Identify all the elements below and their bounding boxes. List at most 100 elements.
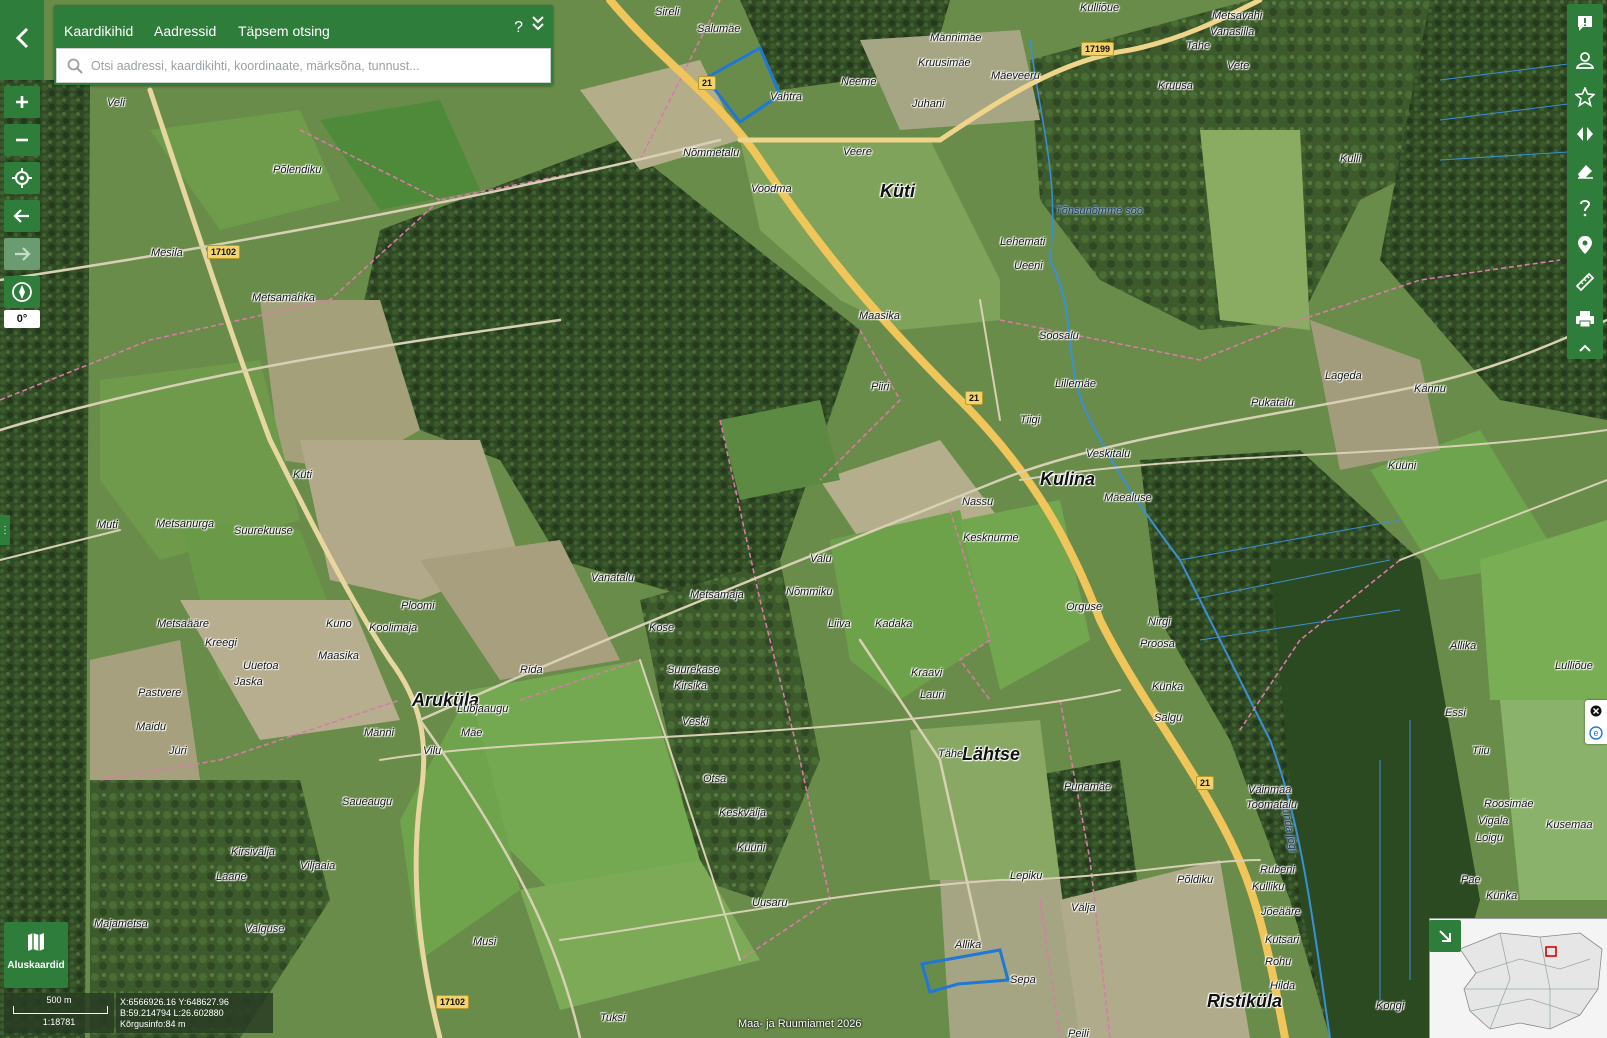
place-label: Loigu <box>1476 832 1503 844</box>
print-button[interactable] <box>1567 300 1603 337</box>
place-label: Kulli <box>1340 153 1361 165</box>
place-label: Roosimäe <box>1484 798 1534 810</box>
tab-addresses[interactable]: Aadressid <box>154 23 216 39</box>
place-label: Kirsivälja <box>231 846 276 858</box>
coords-bl: B:59.214794 L:26.602880 <box>120 1008 224 1018</box>
plus-icon <box>16 96 28 108</box>
place-label: Veere <box>843 146 872 158</box>
place-label: Allika <box>1450 640 1477 652</box>
help-button[interactable]: ? <box>514 19 523 37</box>
place-label: Lauri <box>920 689 945 701</box>
place-label: Pukatalu <box>1251 397 1294 409</box>
place-label: Sireli <box>655 6 680 18</box>
place-label: Metsamahka <box>252 292 315 304</box>
place-label: Voodma <box>751 183 792 195</box>
drawer-handle[interactable]: ⋮ <box>0 515 10 545</box>
collapse-toolbar-button[interactable] <box>1567 337 1603 359</box>
place-label: Liiva <box>828 618 851 630</box>
water-label: Tõnsunõmme soo <box>1055 205 1144 217</box>
compare-button[interactable] <box>1567 115 1603 152</box>
search-input[interactable] <box>87 50 550 81</box>
place-label: Vete <box>1227 60 1250 72</box>
search-panel: Kaardikihid Aadressid Täpsem otsing ? <box>54 5 553 85</box>
place-label: Vanatalu <box>591 572 635 584</box>
place-label: Mäe <box>461 727 483 739</box>
tab-map-layers[interactable]: Kaardikihid <box>64 23 133 39</box>
arrow-left-icon <box>13 209 29 223</box>
road-number-21-mid: 21 <box>965 391 984 405</box>
place-label: Pae <box>1461 874 1481 886</box>
coordinate-readout: X:6566926.16 Y:648627.96 B:59.214794 L:2… <box>116 993 273 1033</box>
place-label: Rohu <box>1265 956 1292 968</box>
zoom-in-button[interactable] <box>4 86 40 118</box>
place-label: Peili <box>1068 1028 1089 1038</box>
info-e-icon[interactable]: e <box>1585 722 1607 744</box>
place-label: Jõeääre <box>1261 906 1301 918</box>
place-marker-button[interactable] <box>1567 226 1603 263</box>
collapse-panel-button[interactable] <box>531 15 545 36</box>
arrow-down-right-icon <box>1439 930 1451 942</box>
next-view-button[interactable] <box>4 238 40 270</box>
place-label: Küüni <box>1388 460 1417 472</box>
place-label: Kraavi <box>911 667 943 679</box>
back-button[interactable] <box>0 10 44 66</box>
road-number-17199: 17199 <box>1081 42 1115 56</box>
help-menu-button[interactable] <box>1567 189 1603 226</box>
chevron-up-icon <box>1579 344 1591 352</box>
place-label: Proosa <box>1140 638 1175 650</box>
place-label: Valu <box>810 553 832 565</box>
place-label: Essi <box>1445 707 1466 719</box>
place-label: Veskitalu <box>1086 448 1131 460</box>
map-icon <box>28 933 44 951</box>
road-number-21-north: 21 <box>698 76 717 90</box>
place-label: Künka <box>1152 681 1184 693</box>
place-label: Lubjaaugu <box>457 703 509 715</box>
place-label: Allika <box>955 939 982 951</box>
road-number-17102-north: 17102 <box>207 245 241 259</box>
previous-view-button[interactable] <box>4 200 40 232</box>
place-label: Uuetoa <box>243 660 279 672</box>
place-label: Piiri <box>871 381 890 393</box>
place-label: Põldiku <box>1177 874 1214 886</box>
scale-line <box>13 1006 108 1014</box>
place-label: Kuno <box>326 618 352 630</box>
compass-button[interactable] <box>4 276 40 308</box>
place-label: Majametsa <box>94 918 148 930</box>
back-panel <box>0 0 44 80</box>
place-label: Salgu <box>1154 712 1183 724</box>
place-label: Saueaugu <box>342 796 393 808</box>
place-label: Juhani <box>912 98 945 110</box>
place-label: Kulliõue <box>1080 2 1120 14</box>
place-label: Lageda <box>1325 370 1362 382</box>
eraser-button[interactable] <box>1567 152 1603 189</box>
place-label: Muti <box>97 519 118 531</box>
measure-button[interactable] <box>1567 263 1603 300</box>
place-label: Ploomi <box>401 600 435 612</box>
place-label: Vanasilla <box>1210 26 1255 38</box>
place-label: Metsamaja <box>690 589 744 601</box>
place-label: Jüri <box>169 745 187 757</box>
zoom-out-button[interactable] <box>4 124 40 156</box>
place-label: Otsa <box>703 773 727 785</box>
locate-button[interactable] <box>4 162 40 194</box>
user-button[interactable] <box>1567 41 1603 78</box>
feedback-button[interactable] <box>1567 4 1603 41</box>
close-icon[interactable] <box>1585 700 1607 722</box>
place-label: Nõmmetalu <box>683 147 740 159</box>
place-label: Küti <box>880 181 915 201</box>
tab-advanced-search[interactable]: Täpsem otsing <box>238 23 330 39</box>
place-label: Vilu <box>423 745 442 757</box>
place-label: Maasika <box>859 310 900 322</box>
place-label: Suurekuuse <box>234 525 293 537</box>
place-label: Kusemaa <box>1546 819 1593 831</box>
place-label: Küüni <box>737 842 766 854</box>
rotation-readout: 0° <box>4 310 40 328</box>
user-icon <box>1576 51 1594 69</box>
basemap-button[interactable]: Aluskaardid <box>4 922 68 988</box>
minus-icon <box>16 138 28 142</box>
place-label: Neeme <box>841 76 877 88</box>
favorites-button[interactable] <box>1567 78 1603 115</box>
place-label: Kännu <box>1414 383 1446 395</box>
search-icon <box>63 51 87 81</box>
overview-toggle-button[interactable] <box>1429 920 1461 952</box>
